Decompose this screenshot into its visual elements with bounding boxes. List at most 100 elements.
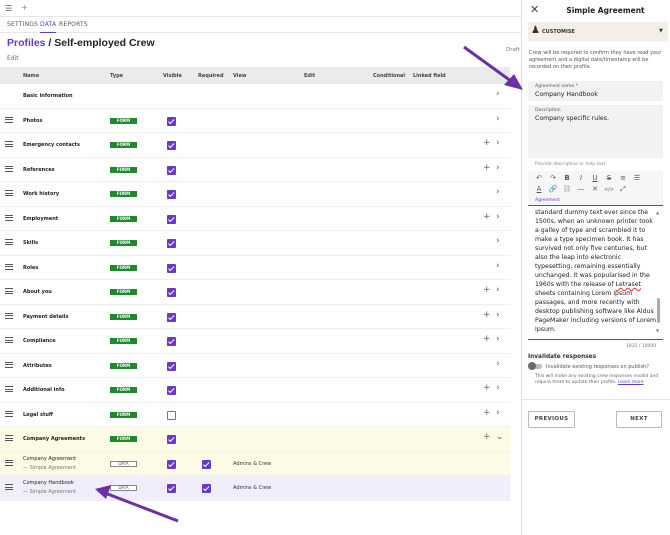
visible-checkbox[interactable]	[167, 484, 176, 493]
drag-handle-icon[interactable]	[5, 165, 13, 172]
table-row[interactable]: Company Agreements FORM + ⌄	[0, 427, 510, 452]
plus-icon[interactable]: +	[21, 3, 28, 12]
drag-handle-icon[interactable]	[5, 239, 13, 245]
visible-checkbox[interactable]	[167, 312, 176, 322]
redo-icon[interactable]: ↷	[546, 174, 560, 182]
visible-checkbox[interactable]	[167, 141, 176, 150]
visible-checkbox[interactable]	[167, 459, 176, 469]
chevron-right-icon[interactable]: ›	[496, 236, 500, 246]
table-row[interactable]: Emergency contacts FORM + ›	[0, 133, 510, 158]
strikethrough-icon[interactable]: S	[602, 174, 616, 182]
visible-checkbox[interactable]	[167, 214, 176, 224]
hamburger-icon[interactable]: ☰	[5, 4, 12, 13]
clear-format-icon[interactable]: ✕	[588, 185, 602, 193]
drag-handle-icon[interactable]	[5, 410, 13, 417]
table-row[interactable]: Basic information ›	[0, 84, 510, 109]
tab-settings[interactable]: SETTINGS	[7, 21, 38, 28]
add-icon[interactable]: +	[483, 334, 491, 344]
table-row[interactable]: Company Agreement — Simple Agreement DATA A…	[0, 451, 510, 476]
drag-handle-icon[interactable]	[5, 116, 13, 123]
edit-link[interactable]: Edit	[7, 55, 19, 62]
scroll-thumb[interactable]	[657, 298, 660, 323]
required-checkbox[interactable]	[202, 484, 211, 493]
chevron-right-icon[interactable]: ›	[496, 285, 500, 295]
previous-button[interactable]: PREVIOUS	[528, 411, 575, 428]
chevron-right-icon[interactable]: ›	[496, 138, 500, 148]
visible-checkbox[interactable]	[167, 435, 176, 444]
drag-handle-icon[interactable]	[5, 288, 13, 294]
drag-handle-icon[interactable]	[5, 337, 13, 343]
drag-handle-icon[interactable]	[5, 263, 13, 270]
add-icon[interactable]: +	[483, 310, 491, 320]
table-row[interactable]: Skills FORM ›	[0, 231, 510, 256]
table-row[interactable]: Employment FORM + ›	[0, 207, 510, 231]
chevron-right-icon[interactable]: ›	[496, 359, 500, 369]
text-color-icon[interactable]: A	[532, 185, 546, 193]
drag-handle-icon[interactable]	[5, 141, 13, 147]
customise-dropdown[interactable]: ♟ CUSTOMISE ▼	[528, 22, 668, 41]
agreement-name-field[interactable]: Agreement name * Company Handbook	[528, 81, 663, 101]
visible-checkbox[interactable]	[167, 239, 176, 248]
table-row[interactable]: Work history FORM ›	[0, 182, 510, 207]
fullscreen-icon[interactable]: ⤢	[616, 185, 630, 194]
invalidate-toggle[interactable]	[528, 362, 542, 370]
visible-checkbox[interactable]	[167, 386, 176, 395]
visible-checkbox[interactable]	[167, 190, 176, 199]
chevron-right-icon[interactable]: ›	[496, 334, 500, 344]
add-icon[interactable]: +	[483, 163, 491, 173]
chevron-right-icon[interactable]: ›	[496, 383, 500, 393]
visible-checkbox[interactable]	[167, 410, 176, 420]
add-icon[interactable]: +	[483, 383, 491, 393]
drag-handle-icon[interactable]	[5, 214, 13, 221]
drag-handle-icon[interactable]	[5, 435, 13, 441]
chevron-right-icon[interactable]: ›	[496, 212, 500, 222]
chevron-right-icon[interactable]: ›	[496, 310, 500, 320]
drag-handle-icon[interactable]	[5, 459, 13, 466]
table-row[interactable]: Photos FORM ›	[0, 109, 510, 133]
learn-more-link[interactable]: Learn more	[618, 380, 644, 385]
undo-icon[interactable]: ↶	[532, 174, 546, 182]
bold-icon[interactable]: B	[560, 174, 574, 182]
visible-checkbox[interactable]	[167, 361, 176, 371]
agreement-editor[interactable]: standard dummy text ever since the 1500s…	[535, 208, 657, 334]
italic-icon[interactable]: I	[574, 174, 588, 182]
add-icon[interactable]: +	[483, 138, 491, 148]
drag-handle-icon[interactable]	[5, 484, 13, 490]
table-row[interactable]: Company Handbook — Simple Agreement DATA Ad…	[0, 476, 510, 501]
breadcrumb-profiles[interactable]: Profiles	[7, 37, 46, 49]
table-row[interactable]: Payment details FORM + ›	[0, 305, 510, 329]
table-row[interactable]: References FORM + ›	[0, 158, 510, 182]
table-row[interactable]: Additional info FORM + ›	[0, 378, 510, 403]
drag-handle-icon[interactable]	[5, 312, 13, 319]
table-row[interactable]: Compliance FORM + ›	[0, 329, 510, 354]
horizontal-rule-icon[interactable]: —	[574, 185, 588, 193]
chevron-right-icon[interactable]: ›	[496, 163, 500, 173]
drag-handle-icon[interactable]	[5, 361, 13, 368]
chevron-right-icon[interactable]: ›	[496, 187, 500, 197]
visible-checkbox[interactable]	[167, 116, 176, 126]
scroll-down-icon[interactable]: ▼	[656, 328, 659, 333]
visible-checkbox[interactable]	[167, 288, 176, 297]
numbered-list-icon[interactable]: ☰	[630, 174, 644, 182]
add-icon[interactable]: +	[483, 408, 491, 418]
link-icon[interactable]: 🔗	[546, 185, 560, 193]
editor-scrollbar[interactable]: ▲ ▼	[656, 210, 661, 334]
table-row[interactable]: Roles FORM ›	[0, 256, 510, 280]
chevron-down-icon[interactable]: ⌄	[496, 432, 504, 442]
drag-handle-icon[interactable]	[5, 386, 13, 392]
unlink-icon[interactable]: ⛓	[560, 185, 574, 193]
add-icon[interactable]: +	[483, 432, 491, 442]
scroll-up-icon[interactable]: ▲	[656, 210, 659, 215]
table-row[interactable]: About you FORM + ›	[0, 280, 510, 305]
add-icon[interactable]: +	[483, 212, 491, 222]
table-row[interactable]: Legal stuff FORM + ›	[0, 403, 510, 427]
tab-reports[interactable]: REPORTS	[59, 21, 88, 28]
add-icon[interactable]: +	[483, 285, 491, 295]
chevron-right-icon[interactable]: ›	[496, 89, 500, 99]
chevron-right-icon[interactable]: ›	[496, 261, 500, 271]
chevron-right-icon[interactable]: ›	[496, 408, 500, 418]
description-field[interactable]: Description Company specific rules.	[528, 105, 663, 158]
code-icon[interactable]: </>	[602, 187, 616, 193]
next-button[interactable]: NEXT	[616, 411, 662, 428]
underline-icon[interactable]: U	[588, 174, 602, 182]
